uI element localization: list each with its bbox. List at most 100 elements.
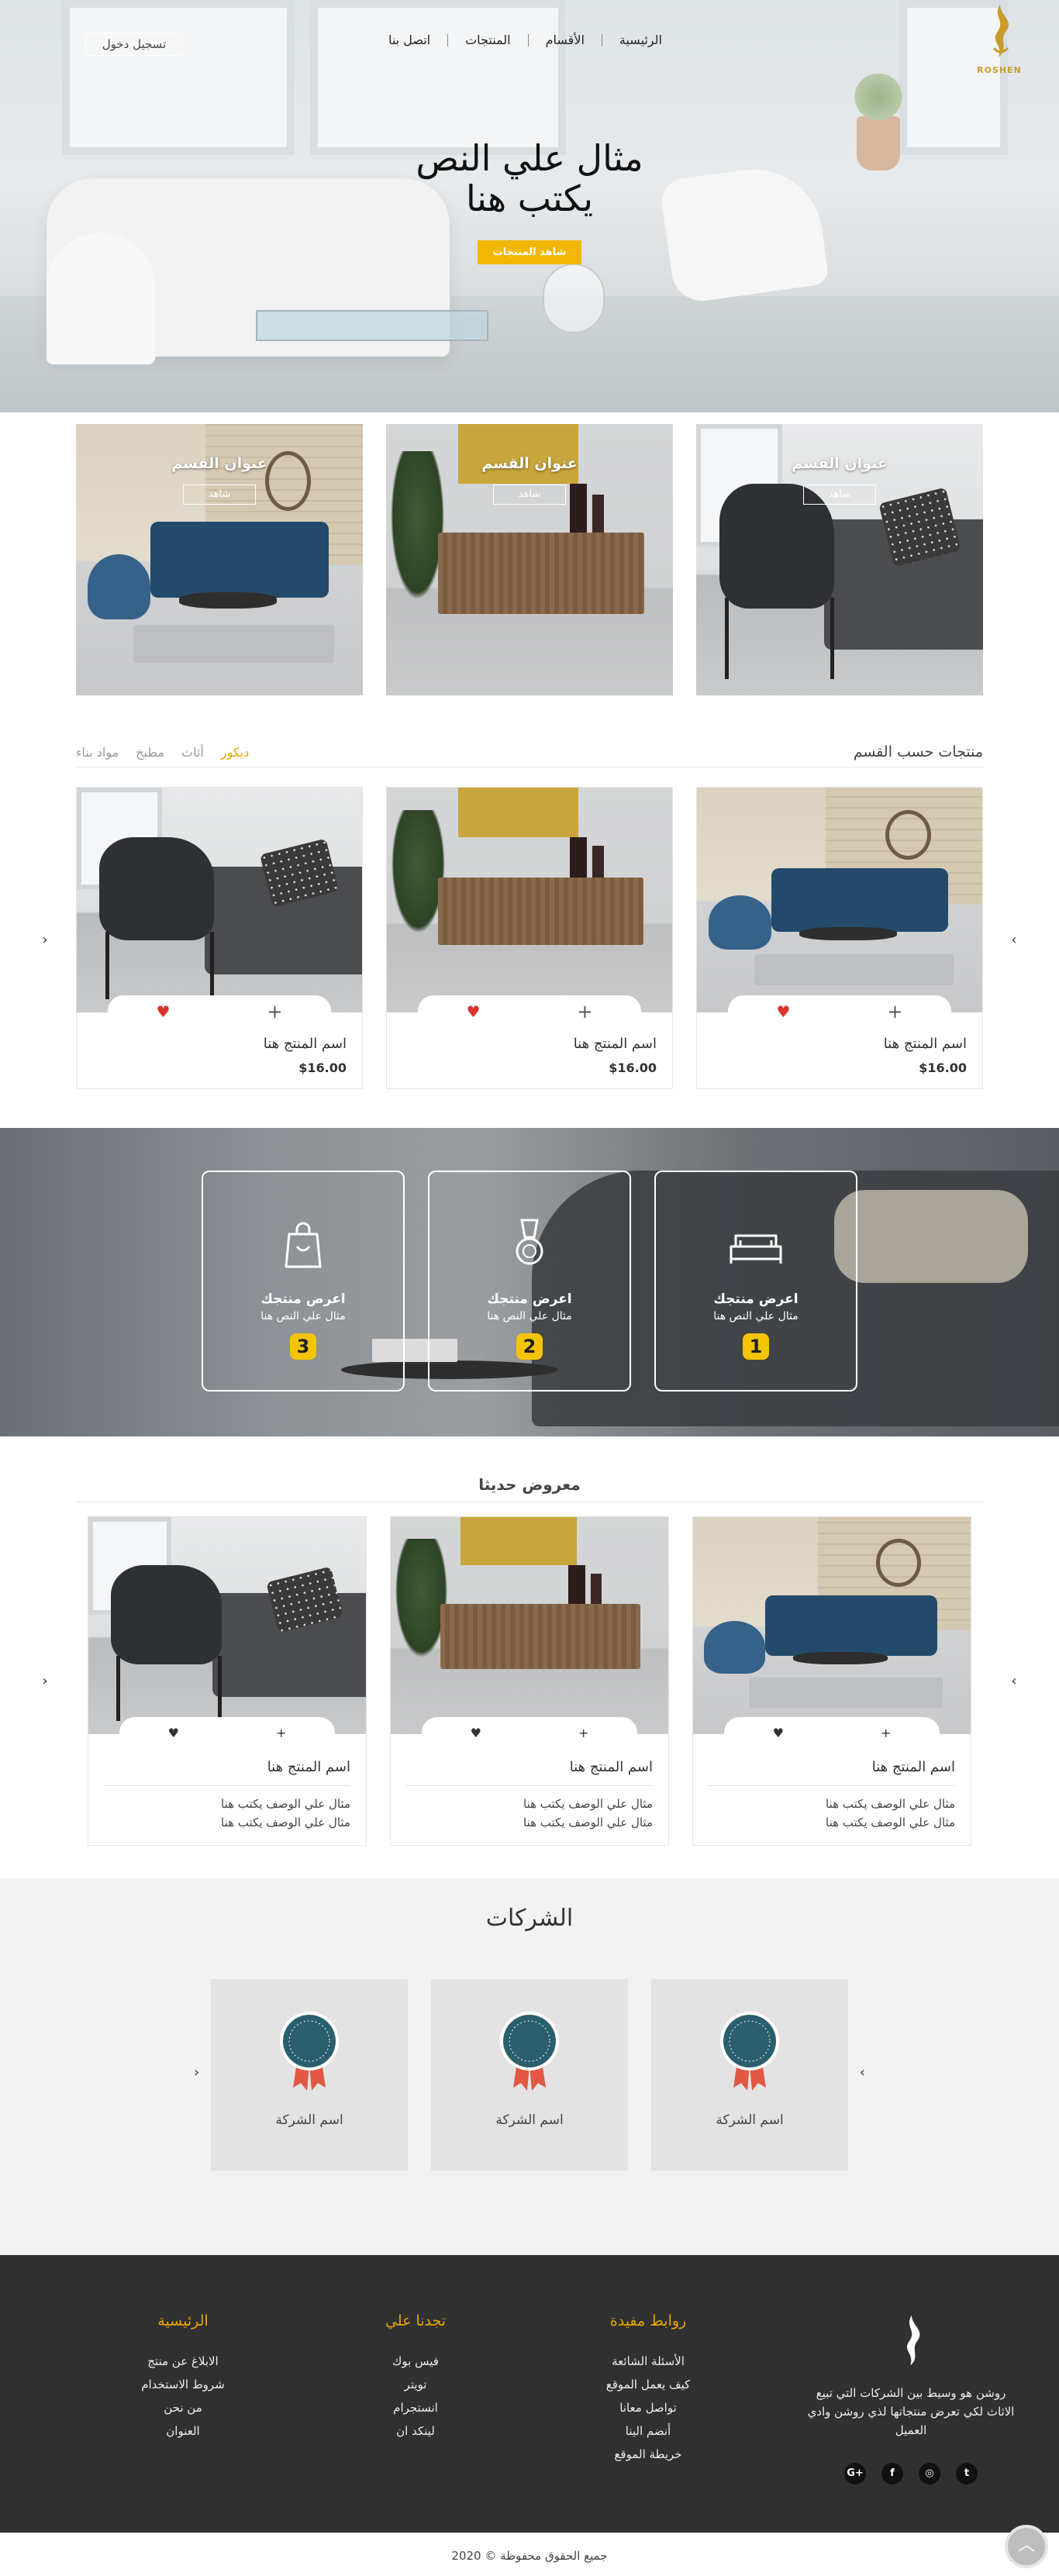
- product-name: اسم المنتج هنا: [267, 1759, 350, 1775]
- category-cards: عنوان القسم شاهد عنوان القسم شاهد عنوان …: [0, 412, 1059, 695]
- footer-link[interactable]: من نحن: [129, 2396, 237, 2419]
- tab-building-materials[interactable]: مواد بناء: [76, 745, 119, 760]
- product-card[interactable]: ♥ + اسم المنتج هنا $16.00: [696, 787, 983, 1089]
- product-image: [77, 788, 362, 1012]
- description-line: مثال علي الوصف يكتب هنا: [523, 1816, 653, 1829]
- nav-products[interactable]: المنتجات: [447, 34, 528, 47]
- footer-column-title: تجدنا علي: [385, 2312, 447, 2329]
- logo[interactable]: ROSHEN: [972, 3, 1026, 75]
- footer: روشن هو وسيط بين الشركات التي تبيع الاثا…: [0, 2255, 1059, 2533]
- plus-icon[interactable]: +: [276, 1726, 286, 1740]
- product-name: اسم المنتج هنا: [569, 1759, 653, 1775]
- product-price: $16.00: [298, 1060, 347, 1075]
- product-card[interactable]: ♥ + اسم المنتج هنا $16.00: [386, 787, 673, 1089]
- category-card[interactable]: عنوان القسم شاهد: [696, 424, 983, 695]
- footer-link[interactable]: تويتر: [361, 2373, 470, 2396]
- footer-column-title: روابط مفيدة: [609, 2312, 687, 2329]
- tab-decor[interactable]: ديكور: [221, 745, 249, 760]
- companies-section: الشركات › ‹ اسم الشركة اسم الشركة اسم ال…: [0, 1878, 1059, 2255]
- category-card[interactable]: عنوان القسم شاهد: [386, 424, 673, 695]
- category-view-button[interactable]: شاهد: [803, 485, 876, 505]
- plus-icon[interactable]: +: [577, 1001, 592, 1022]
- product-image: [391, 1517, 668, 1734]
- product-actions: ♥ +: [108, 995, 331, 1028]
- plus-icon[interactable]: +: [881, 1726, 891, 1740]
- product-name: اسم المنتج هنا: [871, 1759, 955, 1775]
- view-products-button[interactable]: شاهد المنتجات: [477, 240, 582, 264]
- footer-link[interactable]: فيس بوك: [361, 2350, 470, 2373]
- footer-link[interactable]: انستجرام: [361, 2396, 470, 2419]
- product-card[interactable]: ♥ + اسم المنتج هنا $16.00: [76, 787, 363, 1089]
- heart-icon[interactable]: ♥: [773, 1726, 784, 1740]
- company-name: اسم الشركة: [495, 2112, 564, 2128]
- hero-section: ROSHEN الرئيسية الأقسام المنتجات اتصل بن…: [0, 0, 1059, 412]
- carousel-prev-arrow[interactable]: ‹: [37, 932, 53, 948]
- google-plus-icon[interactable]: G+: [844, 2463, 866, 2485]
- step-number: 1: [743, 1333, 769, 1360]
- category-view-button[interactable]: شاهد: [183, 485, 256, 505]
- carousel-next-arrow[interactable]: ›: [1006, 932, 1022, 948]
- main-menu: الرئيسية الأقسام المنتجات اتصل بنا: [371, 34, 679, 47]
- footer-link[interactable]: خريطة الموقع: [586, 2443, 710, 2466]
- footer-link[interactable]: تواصل معانا: [586, 2396, 710, 2419]
- description-line: مثال علي الوصف يكتب هنا: [523, 1797, 653, 1811]
- category-title: عنوان القسم: [481, 455, 578, 472]
- footer-link[interactable]: الابلاغ عن منتج: [129, 2350, 237, 2373]
- step-text: مثال علي النص هنا: [260, 1310, 346, 1322]
- nav-home[interactable]: الرئيسية: [601, 34, 679, 47]
- offer-card[interactable]: ♥ + اسم المنتج هنا مثال علي الوصف يكتب ه…: [88, 1516, 367, 1846]
- company-card[interactable]: اسم الشركة: [651, 1979, 848, 2171]
- heart-icon[interactable]: ♥: [471, 1726, 481, 1740]
- category-card[interactable]: عنوان القسم شاهد: [76, 424, 363, 695]
- step-title: اعرض منتجك: [487, 1291, 572, 1307]
- scroll-to-top-button[interactable]: ︿: [1005, 2525, 1048, 2568]
- company-card[interactable]: اسم الشركة: [431, 1979, 628, 2171]
- product-name: اسم المنتج هنا: [573, 1036, 657, 1052]
- footer-link[interactable]: أنضم الينا: [586, 2419, 710, 2443]
- tab-kitchen[interactable]: مطبخ: [136, 745, 164, 760]
- plus-icon[interactable]: +: [267, 1001, 282, 1022]
- product-image: [88, 1517, 366, 1734]
- heart-icon[interactable]: ♥: [466, 1002, 480, 1021]
- heart-icon[interactable]: ♥: [776, 1002, 790, 1021]
- new-offers-title: معروض حديثا: [76, 1475, 983, 1502]
- footer-link[interactable]: شروط الاستخدام: [129, 2373, 237, 2396]
- section-title: منتجات حسب القسم: [853, 743, 983, 760]
- step-card: اعرض منتجك مثال علي النص هنا 3: [202, 1171, 405, 1391]
- carousel-prev-arrow[interactable]: ‹: [37, 1673, 53, 1689]
- step-text: مثال علي النص هنا: [713, 1310, 799, 1322]
- nav-sections[interactable]: الأقسام: [527, 34, 602, 47]
- tab-furniture[interactable]: أثاث: [181, 745, 204, 760]
- new-offers-carousel: › ‹ ♥ + اسم المنتج هنا مثال علي الوصف يك…: [37, 1516, 1022, 1846]
- nav-contact[interactable]: اتصل بنا: [371, 34, 447, 47]
- hero-title-line1: مثال علي النص: [416, 137, 643, 179]
- footer-link[interactable]: الأسئلة الشائعة: [586, 2350, 710, 2373]
- description-line: مثال علي الوصف يكتب هنا: [221, 1797, 350, 1811]
- carousel-next-arrow[interactable]: ›: [1006, 1673, 1022, 1689]
- facebook-icon[interactable]: f: [881, 2463, 903, 2485]
- logo-flame-icon: [992, 5, 1009, 57]
- step-number: 3: [290, 1333, 316, 1360]
- footer-link[interactable]: العنوان: [129, 2419, 237, 2443]
- offer-card[interactable]: ♥ + اسم المنتج هنا مثال علي الوصف يكتب ه…: [390, 1516, 669, 1846]
- copyright-bar: جميع الحقوق محفوظة © 2020 ︿: [0, 2525, 1059, 2576]
- twitter-icon[interactable]: t: [956, 2463, 978, 2485]
- login-button[interactable]: تسجيل دخول: [85, 33, 183, 56]
- offer-card[interactable]: ♥ + اسم المنتج هنا مثال علي الوصف يكتب ه…: [692, 1516, 971, 1846]
- heart-icon[interactable]: ♥: [168, 1726, 179, 1740]
- heart-icon[interactable]: ♥: [156, 1002, 170, 1021]
- plus-icon[interactable]: +: [578, 1726, 588, 1740]
- footer-link[interactable]: لينكد ان: [361, 2419, 470, 2443]
- footer-find-us: تجدنا علي فيس بوك تويتر انستجرام لينكد ا…: [361, 2312, 470, 2443]
- company-badge-icon: [500, 2012, 559, 2091]
- product-description: مثال علي الوصف يكتب هنا مثال علي الوصف ي…: [826, 1795, 955, 1832]
- footer-about-text: روشن هو وسيط بين الشركات التي تبيع الاثا…: [807, 2386, 1015, 2437]
- hero-table: [256, 310, 488, 341]
- category-view-button[interactable]: شاهد: [493, 485, 566, 505]
- company-card[interactable]: اسم الشركة: [211, 1979, 408, 2171]
- plus-icon[interactable]: +: [887, 1001, 902, 1022]
- category-tabs: ديكور أثاث مطبخ مواد بناء: [76, 745, 249, 760]
- footer-link[interactable]: كيف يعمل الموقع: [586, 2373, 710, 2396]
- description-line: مثال علي الوصف يكتب هنا: [826, 1816, 955, 1829]
- instagram-icon[interactable]: ◎: [919, 2463, 940, 2485]
